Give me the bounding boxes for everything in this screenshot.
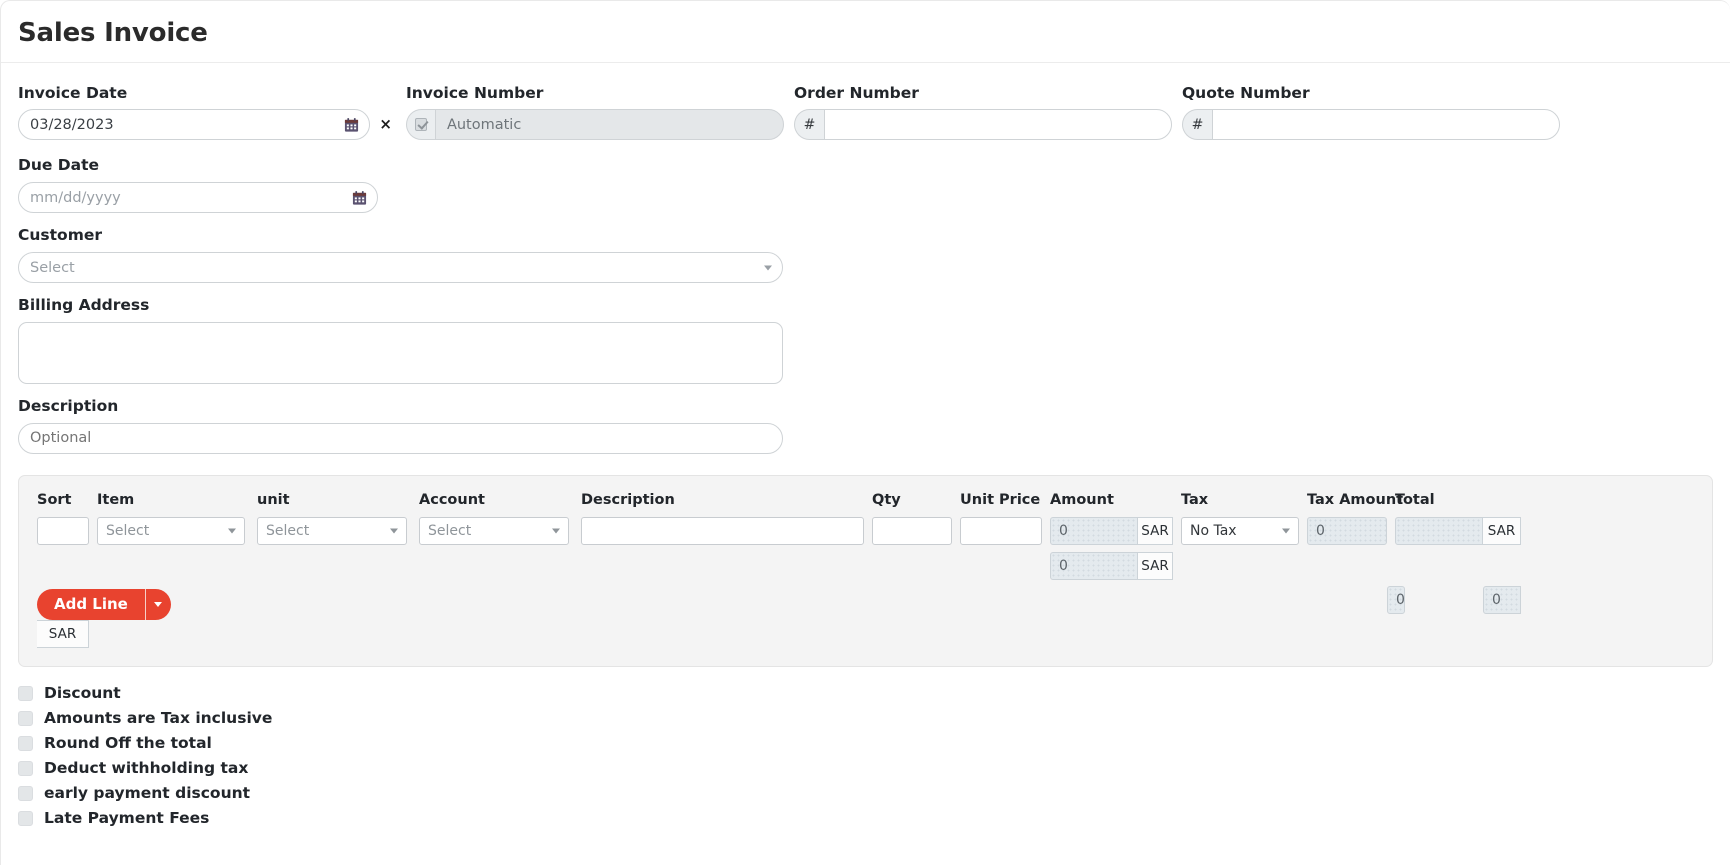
quote-number-label: Quote Number — [1182, 83, 1310, 102]
line-unit-select-value: Select — [266, 522, 310, 539]
column-header-unit: unit — [257, 491, 290, 508]
checkbox-icon[interactable] — [18, 810, 33, 826]
line-tax-select-value: No Tax — [1190, 522, 1237, 539]
option-label: Discount — [44, 683, 121, 702]
line-item-select-value: Select — [106, 522, 150, 539]
option-label: Round Off the total — [44, 733, 212, 752]
invoice-date-label: Invoice Date — [18, 83, 128, 102]
quote-number-group: Quote Number # — [1182, 83, 1570, 141]
column-header-account: Account — [419, 491, 485, 508]
page-title: Sales Invoice — [18, 18, 208, 48]
line-item-select[interactable]: Select — [97, 516, 245, 545]
invoice-number-group: Invoice Number Automatic — [406, 83, 794, 141]
add-line-button[interactable]: Add Line — [37, 588, 145, 620]
customer-group: Customer Select — [18, 226, 1713, 284]
line-item-row: Select Select Select 0 SAR No Tax 0 SAR — [37, 516, 1694, 545]
line-unit-select[interactable]: Select — [257, 516, 407, 545]
line-items-totals-row: Add Line 0 SAR 0 0 SAR — [37, 551, 1694, 648]
option-round-off-total[interactable]: Round Off the total — [18, 731, 1713, 756]
column-header-tax-amount: Tax Amount — [1307, 491, 1404, 508]
column-header-tax: Tax — [1181, 491, 1209, 508]
sales-invoice-page: Sales Invoice Invoice Date 03/28/2023 × … — [0, 0, 1730, 865]
line-amount-value: 0 — [1050, 516, 1138, 545]
option-early-payment-discount[interactable]: early payment discount — [18, 781, 1713, 806]
chevron-down-icon — [552, 528, 560, 534]
column-header-total: Total — [1395, 491, 1435, 508]
line-items-header-row: Sort Item unit Account Description Qty U… — [37, 492, 1694, 517]
checkbox-icon[interactable] — [18, 735, 33, 751]
checkmark-icon — [415, 118, 427, 132]
description-group: Description — [18, 396, 1713, 454]
totals-amount-value: 0 — [1050, 551, 1138, 580]
line-items-panel: Sort Item unit Account Description Qty U… — [18, 474, 1713, 667]
option-deduct-withholding-tax[interactable]: Deduct withholding tax — [18, 756, 1713, 781]
chevron-down-icon — [764, 265, 772, 271]
checkbox-icon[interactable] — [18, 685, 33, 701]
option-label: Late Payment Fees — [44, 808, 210, 827]
line-account-select[interactable]: Select — [419, 516, 569, 545]
column-header-description: Description — [581, 491, 675, 508]
invoice-number-input: Automatic — [434, 109, 784, 141]
column-header-item: Item — [97, 491, 135, 508]
invoice-number-auto-checkbox[interactable] — [406, 109, 435, 141]
totals-tax-amount-value: 0 — [1387, 585, 1405, 614]
option-amounts-tax-inclusive[interactable]: Amounts are Tax inclusive — [18, 706, 1713, 731]
invoice-number-label: Invoice Number — [406, 83, 544, 102]
invoice-options-list: Discount Amounts are Tax inclusive Round… — [18, 681, 1713, 831]
line-amount-currency: SAR — [1138, 516, 1173, 545]
billing-address-group: Billing Address — [18, 296, 1713, 384]
line-account-select-value: Select — [428, 522, 472, 539]
totals-total-value: 0 — [1483, 585, 1521, 614]
order-number-group: Order Number # — [794, 83, 1182, 141]
clear-invoice-date-button[interactable]: × — [379, 109, 392, 140]
description-label: Description — [18, 396, 119, 415]
option-discount[interactable]: Discount — [18, 681, 1713, 706]
line-sort-input[interactable] — [37, 516, 89, 545]
hash-icon-order: # — [794, 109, 824, 141]
description-input[interactable] — [18, 422, 783, 454]
billing-address-textarea[interactable] — [18, 321, 783, 384]
line-qty-input[interactable] — [872, 516, 952, 545]
billing-address-label: Billing Address — [18, 296, 150, 315]
line-tax-select[interactable]: No Tax — [1181, 516, 1299, 545]
option-late-payment-fees[interactable]: Late Payment Fees — [18, 806, 1713, 831]
line-total-value — [1395, 516, 1483, 545]
option-label: Deduct withholding tax — [44, 758, 249, 777]
column-header-unit-price: Unit Price — [960, 491, 1041, 508]
option-label: early payment discount — [44, 783, 251, 802]
hash-icon-quote: # — [1182, 109, 1212, 141]
checkbox-icon[interactable] — [18, 760, 33, 776]
due-date-label: Due Date — [18, 156, 100, 175]
chevron-down-icon — [1282, 528, 1290, 534]
checkbox-icon[interactable] — [18, 785, 33, 801]
due-date-group: Due Date mm/dd/yyyy — [18, 156, 1713, 214]
line-total-currency: SAR — [1483, 516, 1521, 545]
chevron-down-icon — [154, 601, 163, 607]
column-header-sort: Sort — [37, 491, 72, 508]
order-number-input[interactable] — [824, 109, 1172, 141]
due-date-input[interactable]: mm/dd/yyyy — [18, 182, 378, 214]
checkbox-icon[interactable] — [18, 710, 33, 726]
chevron-down-icon — [228, 528, 236, 534]
title-divider — [1, 61, 1730, 63]
customer-label: Customer — [18, 226, 103, 245]
add-line-dropdown-button[interactable] — [144, 588, 171, 620]
totals-amount-currency: SAR — [1138, 551, 1173, 580]
column-header-amount: Amount — [1050, 491, 1114, 508]
invoice-date-group: Invoice Date 03/28/2023 × — [18, 83, 406, 141]
invoice-date-input[interactable]: 03/28/2023 — [18, 109, 371, 141]
addline-cell: Add Line — [37, 580, 1181, 620]
line-tax-amount-value: 0 — [1307, 516, 1387, 545]
customer-select-value: Select — [30, 259, 75, 276]
totals-total-currency: SAR — [37, 619, 89, 648]
invoice-header-fields: Invoice Date 03/28/2023 × Invoice Number… — [18, 83, 1713, 141]
customer-select[interactable]: Select — [18, 252, 783, 284]
order-number-label: Order Number — [794, 83, 919, 102]
chevron-down-icon — [390, 528, 398, 534]
column-header-qty: Qty — [872, 491, 901, 508]
line-unit-price-input[interactable] — [960, 516, 1042, 545]
quote-number-input[interactable] — [1212, 109, 1560, 141]
line-description-input[interactable] — [581, 516, 864, 545]
option-label: Amounts are Tax inclusive — [44, 708, 273, 727]
